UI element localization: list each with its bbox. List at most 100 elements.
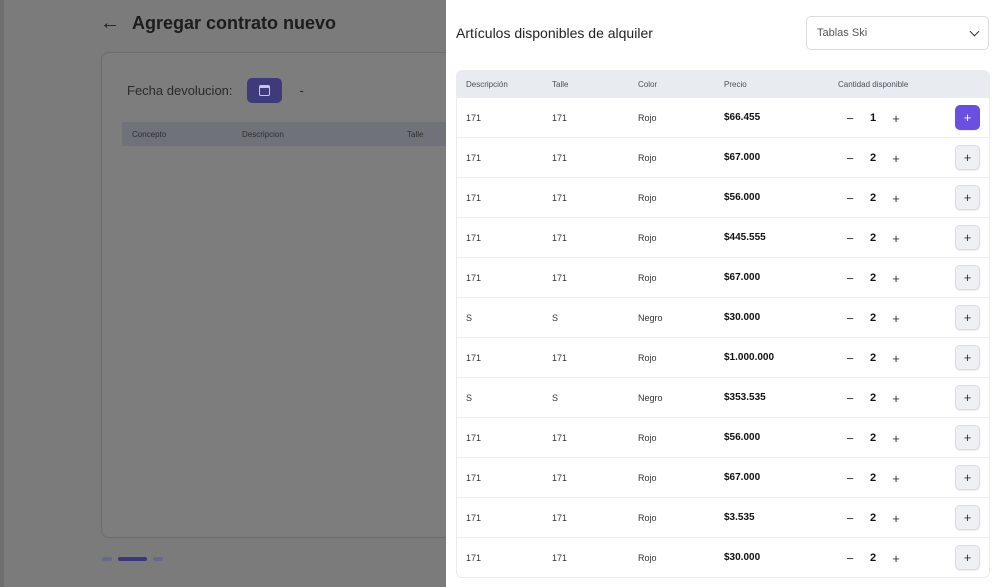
cell-descripcion: 171: [466, 513, 482, 523]
cell-descripcion: 171: [466, 233, 482, 243]
cell-precio: $353.535: [724, 392, 766, 403]
quantity-stepper: −2 +: [843, 188, 903, 208]
cell-descripcion: 171: [466, 433, 482, 443]
header-talle: Talle: [407, 129, 424, 139]
cell-talle: 171: [552, 353, 568, 363]
decrement-button[interactable]: −: [843, 392, 857, 405]
increment-button[interactable]: +: [889, 472, 903, 485]
decrement-button[interactable]: −: [843, 432, 857, 445]
arrow-left-icon[interactable]: ←: [100, 12, 120, 35]
calendar-button[interactable]: [246, 78, 282, 103]
cell-color: Rojo: [638, 513, 657, 523]
cell-descripcion: S: [466, 393, 473, 403]
add-item-button[interactable]: +: [955, 345, 980, 370]
add-item-button[interactable]: +: [955, 185, 980, 210]
quantity-value: 2: [869, 552, 877, 564]
page-title: Agregar contrato nuevo: [132, 13, 337, 33]
cell-talle: 171: [552, 513, 568, 523]
decrement-button[interactable]: −: [843, 512, 857, 525]
cell-precio: $67.000: [724, 152, 761, 163]
fecha-devolucion-label: Fecha devolucion:: [127, 83, 233, 98]
increment-button[interactable]: +: [889, 192, 903, 205]
header-cantidad: Cantidad disponible: [838, 80, 909, 89]
decrement-button[interactable]: −: [843, 472, 857, 485]
cell-talle: 171: [552, 433, 568, 443]
quantity-stepper: −2 +: [843, 148, 903, 168]
increment-button[interactable]: +: [889, 272, 903, 285]
increment-button[interactable]: +: [889, 552, 903, 565]
cell-talle: 171: [552, 113, 568, 123]
cell-talle: 171: [552, 153, 568, 163]
category-select-value: Tablas Ski: [817, 27, 868, 39]
increment-button[interactable]: +: [889, 512, 903, 525]
increment-button[interactable]: +: [889, 352, 903, 365]
header-precio: Precio: [724, 80, 747, 89]
pager-dot[interactable]: [153, 557, 163, 561]
cell-descripcion: 171: [466, 113, 482, 123]
increment-button[interactable]: +: [889, 152, 903, 165]
increment-button[interactable]: +: [889, 232, 903, 245]
table-row: 171 171 Rojo $56.000 −2 + +: [457, 417, 989, 457]
decrement-button[interactable]: −: [843, 272, 857, 285]
decrement-button[interactable]: −: [843, 312, 857, 325]
decrement-button[interactable]: −: [843, 352, 857, 365]
cell-talle: 171: [552, 473, 568, 483]
quantity-stepper: −1 +: [843, 108, 903, 128]
decrement-button[interactable]: −: [843, 152, 857, 165]
decrement-button[interactable]: −: [843, 232, 857, 245]
header-descripcion: Descripción: [466, 80, 508, 89]
add-item-button[interactable]: +: [955, 105, 980, 130]
table-row: 171 171 Rojo $67.000 −2 + +: [457, 457, 989, 497]
increment-button[interactable]: +: [889, 392, 903, 405]
cell-descripcion: 171: [466, 273, 482, 283]
cell-precio: $30.000: [724, 552, 761, 563]
category-select[interactable]: Tablas Ski: [806, 16, 989, 50]
quantity-value: 2: [869, 512, 877, 524]
cell-color: Rojo: [638, 233, 657, 243]
drawer-title: Artículos disponibles de alquiler: [456, 25, 653, 41]
cell-precio: $67.000: [724, 272, 761, 283]
add-item-button[interactable]: +: [955, 145, 980, 170]
decrement-button[interactable]: −: [843, 552, 857, 565]
quantity-value: 1: [869, 112, 877, 124]
decrement-button[interactable]: −: [843, 192, 857, 205]
quantity-stepper: −2 +: [843, 348, 903, 368]
add-item-button[interactable]: +: [955, 265, 980, 290]
chevron-down-icon: [969, 26, 980, 36]
decrement-button[interactable]: −: [843, 112, 857, 125]
quantity-stepper: −2 +: [843, 388, 903, 408]
table-row: 171 171 Rojo $67.000 −2 + +: [457, 137, 989, 177]
cell-color: Negro: [638, 393, 663, 403]
pager-dot-active[interactable]: [118, 557, 147, 561]
cell-color: Rojo: [638, 433, 657, 443]
increment-button[interactable]: +: [889, 432, 903, 445]
table-header: Descripción Talle Color Precio Cantidad …: [457, 71, 989, 97]
table-row: 171 171 Rojo $66.455 −1 + +: [457, 97, 989, 137]
add-item-button[interactable]: +: [955, 545, 980, 570]
add-item-button[interactable]: +: [955, 305, 980, 330]
quantity-stepper: −2 +: [843, 508, 903, 528]
add-item-button[interactable]: +: [955, 225, 980, 250]
add-item-button[interactable]: +: [955, 465, 980, 490]
cell-descripcion: S: [466, 313, 473, 323]
header-color: Color: [638, 80, 658, 89]
table-row: 171 171 Rojo $445.555 −2 + +: [457, 217, 989, 257]
quantity-value: 2: [869, 312, 877, 324]
table-row: S S Negro $30.000 −2 + +: [457, 297, 989, 337]
increment-button[interactable]: +: [889, 312, 903, 325]
cell-descripcion: 171: [466, 153, 482, 163]
add-item-button[interactable]: +: [955, 505, 980, 530]
increment-button[interactable]: +: [889, 112, 903, 125]
add-item-button[interactable]: +: [955, 425, 980, 450]
quantity-value: 2: [869, 432, 877, 444]
cell-talle: 171: [552, 233, 568, 243]
quantity-stepper: −2 +: [843, 548, 903, 568]
header-talle: Talle: [552, 80, 569, 89]
quantity-value: 2: [869, 272, 877, 284]
cell-color: Rojo: [638, 273, 657, 283]
quantity-stepper: −2 +: [843, 308, 903, 328]
quantity-value: 2: [869, 152, 877, 164]
cell-color: Rojo: [638, 113, 657, 123]
pager-dot[interactable]: [102, 557, 112, 561]
add-item-button[interactable]: +: [955, 385, 980, 410]
